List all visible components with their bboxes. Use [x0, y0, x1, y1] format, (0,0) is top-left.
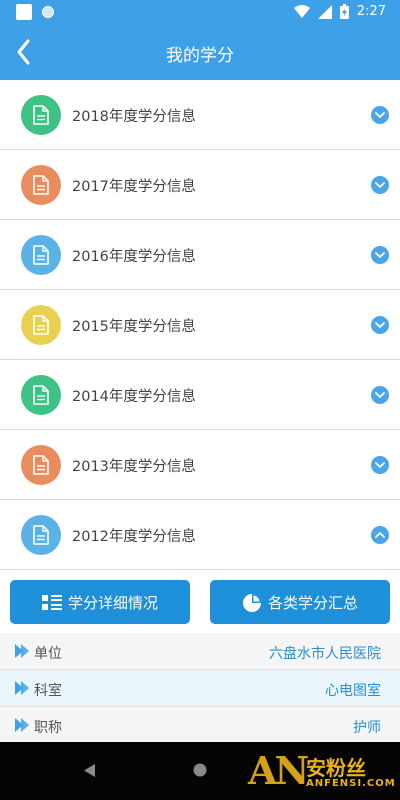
year-credit-row[interactable]: 2013年度学分信息 — [0, 430, 400, 500]
chevron-down-icon[interactable] — [371, 386, 389, 404]
year-credit-label: 2018年度学分信息 — [72, 109, 196, 125]
chevron-down-icon[interactable] — [371, 106, 389, 124]
wifi-icon: x — [293, 4, 310, 19]
profile-info: 单位 六盘水市人民医院科室 心电图室职称 护师 — [0, 633, 400, 744]
year-credit-label: 2014年度学分信息 — [72, 389, 196, 405]
credit-summary-label: 各类学分汇总 — [267, 594, 358, 612]
credit-summary-button[interactable]: 各类学分汇总 — [210, 580, 390, 624]
notification-dot-icon — [42, 6, 54, 18]
chevron-up-icon[interactable] — [371, 526, 389, 544]
document-icon — [21, 95, 61, 135]
status-bar: x 2:27 — [0, 0, 400, 25]
watermark-an: AN — [248, 748, 309, 793]
battery-icon — [339, 4, 349, 19]
year-credit-label: 2016年度学分信息 — [72, 249, 196, 265]
info-row: 单位 六盘水市人民医院 — [0, 633, 400, 670]
notification-square-icon — [16, 4, 32, 20]
document-icon — [21, 235, 61, 275]
info-key: 科室 — [34, 683, 62, 699]
document-icon — [21, 445, 61, 485]
chevron-down-icon[interactable] — [371, 246, 389, 264]
svg-text:x: x — [304, 13, 308, 19]
double-chevron-right-icon — [15, 681, 29, 695]
document-icon — [21, 515, 61, 555]
document-icon — [21, 375, 61, 415]
double-chevron-right-icon — [15, 644, 29, 658]
pie-chart-icon — [242, 593, 261, 612]
year-credit-row[interactable]: 2018年度学分信息 — [0, 80, 400, 150]
document-icon — [21, 165, 61, 205]
document-icon — [21, 305, 61, 345]
credit-detail-label: 学分详细情况 — [67, 594, 158, 612]
double-chevron-right-icon — [15, 718, 29, 732]
nav-back-icon[interactable] — [84, 764, 96, 777]
watermark-cn: 安粉丝 — [306, 756, 366, 780]
info-key: 单位 — [34, 646, 62, 662]
info-row: 科室 心电图室 — [0, 670, 400, 707]
chevron-down-icon[interactable] — [371, 316, 389, 334]
year-credit-label: 2012年度学分信息 — [72, 529, 196, 545]
watermark-logo: AN 安粉丝 ANFENSI.COM — [246, 746, 396, 796]
info-value: 六盘水市人民医院 — [269, 646, 381, 662]
year-credit-row[interactable]: 2017年度学分信息 — [0, 150, 400, 220]
list-icon — [41, 594, 62, 610]
chevron-down-icon[interactable] — [371, 456, 389, 474]
info-value: 护师 — [353, 720, 381, 736]
year-credit-row[interactable]: 2012年度学分信息 — [0, 500, 400, 570]
header-bar: 我的学分 — [0, 25, 400, 80]
year-credit-label: 2013年度学分信息 — [72, 459, 196, 475]
info-row: 职称 护师 — [0, 707, 400, 744]
year-credit-label: 2017年度学分信息 — [72, 179, 196, 195]
year-credit-row[interactable]: 2014年度学分信息 — [0, 360, 400, 430]
year-credit-row[interactable]: 2015年度学分信息 — [0, 290, 400, 360]
action-buttons: 学分详细情况 各类学分汇总 — [0, 570, 400, 633]
year-credit-label: 2015年度学分信息 — [72, 319, 196, 335]
watermark-en: ANFENSI.COM — [306, 778, 396, 789]
info-key: 职称 — [34, 720, 62, 736]
info-value: 心电图室 — [325, 683, 381, 699]
year-credit-row[interactable]: 2016年度学分信息 — [0, 220, 400, 290]
signal-icon — [317, 4, 332, 19]
chevron-down-icon[interactable] — [371, 176, 389, 194]
page-title: 我的学分 — [166, 46, 234, 66]
year-credit-list: 2018年度学分信息 2017年度学分信息 2016年度学分信息 2015年度学分信息… — [0, 80, 400, 570]
credit-detail-button[interactable]: 学分详细情况 — [10, 580, 190, 624]
system-nav-bar: AN 安粉丝 ANFENSI.COM — [0, 742, 400, 800]
status-time: 2:27 — [356, 4, 386, 19]
nav-home-icon[interactable] — [193, 763, 207, 777]
